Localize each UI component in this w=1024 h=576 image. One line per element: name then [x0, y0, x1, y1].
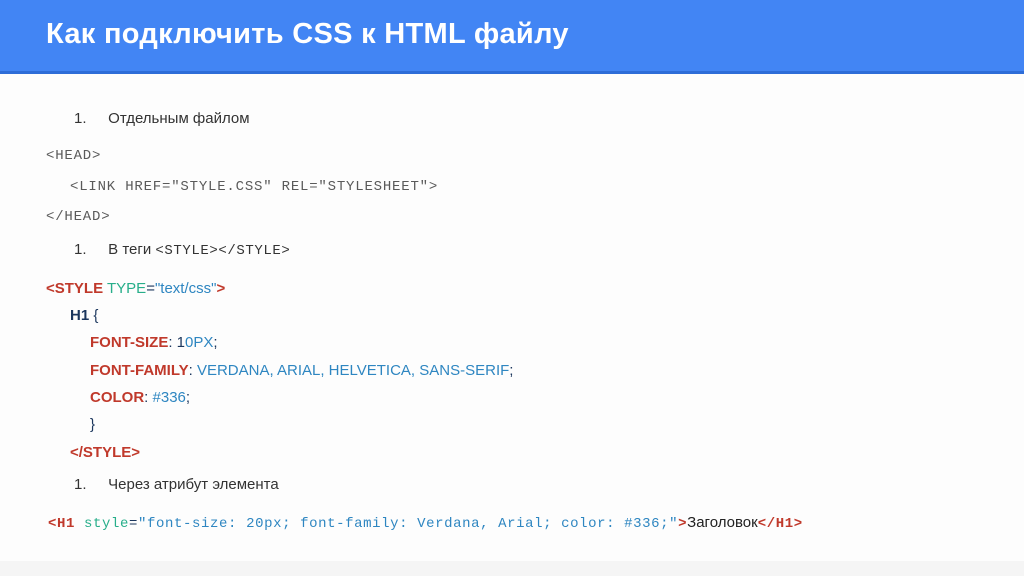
prop: COLOR [90, 389, 144, 406]
val: 0PX [185, 334, 213, 351]
code-inline-h1: <H1 style="font-size: 20px; font-family:… [48, 509, 978, 537]
attr-value: "font-size: 20px; font-family: Verdana, … [138, 516, 678, 532]
tag-close: </STYLE> [70, 444, 140, 461]
slide-content: 1. Отдельным файлом <HEAD> <LINK HREF="S… [0, 74, 1024, 561]
selector: H1 [70, 307, 89, 324]
code-link: <LINK HREF="STYLE.CSS" REL="STYLESHEET"> [46, 174, 978, 201]
code-style-open: <STYLE TYPE="text/css"> [46, 275, 978, 302]
list-label: Отдельным файлом [108, 110, 249, 127]
code-prop-fontsize: FONT-SIZE: 10PX; [46, 329, 978, 356]
list-number: 1. [74, 476, 104, 493]
colon-val: : 1 [168, 334, 185, 351]
colon: : [144, 389, 152, 406]
val: #336 [153, 389, 186, 406]
tag-gt: > [216, 280, 225, 297]
attr-value: "text/css" [155, 280, 217, 297]
brace-close: } [90, 416, 95, 433]
code-selector: H1 { [46, 302, 978, 329]
tag-gt: > [678, 516, 687, 532]
eq: = [146, 280, 155, 297]
prop: FONT-SIZE [90, 334, 168, 351]
slide-header: Как подключить CSS к HTML файлу [0, 0, 1024, 74]
eq: = [129, 516, 138, 532]
list-item-1: 1. Отдельным файлом [74, 110, 978, 127]
inner-text: Заголовок [687, 514, 758, 531]
list-item-3: 1. Через атрибут элемента [74, 476, 978, 493]
list-label: Через атрибут элемента [108, 476, 279, 493]
val: VERDANA, ARIAL, HELVETICA, SANS-SERIF [197, 362, 509, 379]
list-label: В теги [108, 241, 155, 258]
semicolon: ; [213, 334, 217, 351]
code-style-close: </STYLE> [46, 439, 978, 466]
brace-open: { [89, 307, 98, 324]
attr-name: TYPE [103, 280, 146, 297]
semicolon: ; [186, 389, 190, 406]
slide-title: Как подключить CSS к HTML файлу [46, 18, 978, 51]
code-head-close: </HEAD> [46, 204, 978, 231]
list-number: 1. [74, 241, 104, 258]
list-number: 1. [74, 110, 104, 127]
attr-name: style [75, 516, 129, 532]
prop: FONT-FAMILY [90, 362, 189, 379]
code-brace-close: } [46, 411, 978, 438]
list-label-code: <STYLE></STYLE> [155, 243, 290, 259]
tag-open: <H1 [48, 516, 75, 532]
semicolon: ; [509, 362, 513, 379]
code-prop-fontfamily: FONT-FAMILY: VERDANA, ARIAL, HELVETICA, … [46, 357, 978, 384]
colon: : [189, 362, 197, 379]
code-prop-color: COLOR: #336; [46, 384, 978, 411]
code-head-open: <HEAD> [46, 143, 978, 170]
list-item-2: 1. В теги <STYLE></STYLE> [74, 241, 978, 259]
tag-open: <STYLE [46, 280, 103, 297]
tag-close: </H1> [758, 516, 803, 532]
